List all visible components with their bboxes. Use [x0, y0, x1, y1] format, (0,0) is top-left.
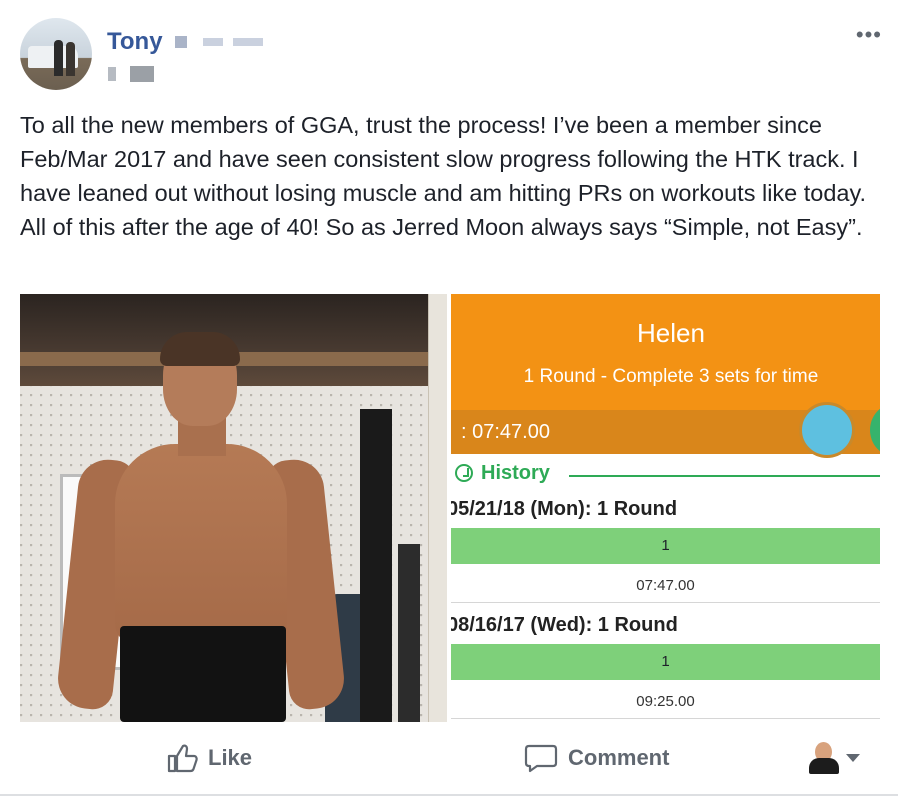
photo-rack: [360, 409, 392, 722]
photo-person-hair: [160, 332, 240, 366]
history-label: History: [481, 462, 550, 484]
post-media[interactable]: Helen 1 Round - Complete 3 sets for time…: [20, 294, 880, 722]
entry-separator: [451, 718, 880, 719]
entry-separator: [451, 602, 880, 603]
author-name-link[interactable]: Tony: [107, 28, 263, 56]
speech-bubble-icon: [524, 744, 558, 773]
redacted-surname: [202, 38, 223, 46]
author-avatar[interactable]: [20, 18, 92, 90]
blue-circle-button: [799, 402, 855, 458]
redacted-surname: [174, 36, 187, 48]
caret-down-icon[interactable]: [846, 754, 860, 762]
app-header: [451, 294, 880, 410]
history-check-icon: [455, 464, 473, 482]
entry-time: 09:25.00: [636, 693, 695, 710]
like-label: Like: [208, 745, 253, 770]
entry-date: 08/16/17 (Wed): 1 Round: [449, 614, 678, 636]
post-actions-bar: Like Comment: [0, 722, 898, 796]
comment-label: Comment: [568, 745, 670, 770]
avatar-person: [66, 42, 75, 76]
redacted-surname: [232, 38, 263, 46]
entry-round-bar: 1: [451, 528, 880, 564]
history-divider: [569, 475, 880, 477]
app-screenshot[interactable]: Helen 1 Round - Complete 3 sets for time…: [449, 294, 880, 722]
entry-time: 07:47.00: [636, 577, 695, 594]
entry-round-bar: 1: [451, 644, 880, 680]
photo-person-shorts: [120, 626, 286, 722]
redacted-timestamp: [130, 66, 154, 82]
workout-subtitle: 1 Round - Complete 3 sets for time: [523, 366, 819, 387]
photo-person-torso: [115, 444, 287, 644]
post-body-text: To all the new members of GGA, trust the…: [20, 112, 867, 240]
workout-title: Helen: [637, 318, 705, 348]
gym-photo[interactable]: [20, 294, 447, 722]
history-header: History: [451, 462, 880, 492]
post-timestamp-redacted[interactable]: [108, 66, 154, 82]
comment-button[interactable]: Comment: [524, 742, 669, 774]
redacted-timestamp: [108, 67, 116, 81]
timer-text: : 07:47.00: [461, 421, 550, 443]
viewer-avatar[interactable]: [809, 740, 839, 774]
photo-rack: [398, 544, 420, 722]
like-button[interactable]: Like: [166, 742, 252, 774]
avatar-person: [54, 40, 63, 76]
feed-post: Tony ••• To all the new members of GGA, …: [0, 0, 898, 796]
thumbs-up-icon: [167, 744, 198, 773]
viewer-avatar-shirt: [809, 758, 839, 774]
entry-date: 05/21/18 (Mon): 1 Round: [449, 498, 678, 520]
photo-pole: [428, 294, 447, 722]
more-options-icon[interactable]: •••: [856, 22, 882, 48]
author-name[interactable]: Tony: [107, 28, 163, 56]
